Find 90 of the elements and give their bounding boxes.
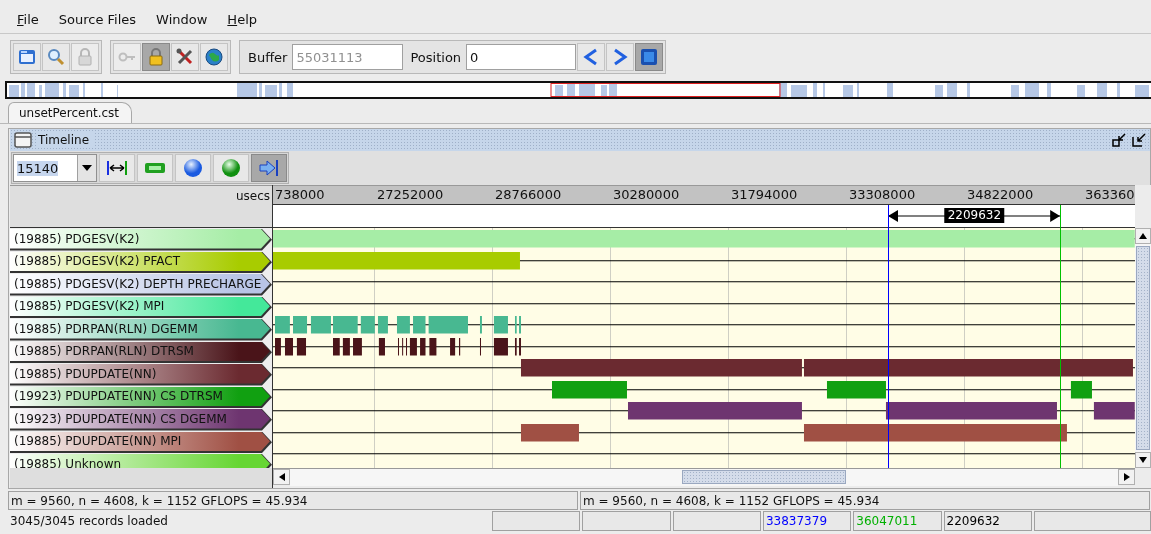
row-label[interactable]: (19885) PDGESV(K2) PFACT [10, 251, 272, 273]
jump-button[interactable] [251, 154, 287, 182]
tick-label: 33308000 [848, 186, 917, 204]
event-bar[interactable] [420, 337, 426, 355]
tools-button[interactable] [171, 43, 199, 71]
search-button[interactable] [42, 43, 70, 71]
tick-label: 30280000 [612, 186, 681, 204]
row-label[interactable]: (19885) PDGESV(K2) [10, 229, 272, 251]
cursor-line[interactable] [1060, 205, 1062, 468]
scroll-up-button[interactable] [1135, 228, 1151, 244]
panel-title: Timeline [38, 133, 94, 147]
menu-item[interactable]: Help [227, 12, 257, 27]
tick-label: 34822000 [966, 186, 1035, 204]
buffer-label: Buffer [248, 49, 288, 65]
scroll-thumb[interactable] [1136, 246, 1150, 450]
event-bar[interactable] [450, 337, 456, 355]
open-button[interactable] [13, 43, 41, 71]
row-label[interactable]: (19923) PDUPDATE(NN) CS DGEMM [10, 409, 272, 431]
sphere-icon [220, 157, 242, 179]
scroll-left-button[interactable] [273, 469, 290, 485]
globe-icon [204, 47, 224, 67]
time-readout: 33837379 [762, 511, 852, 531]
previous-button[interactable] [577, 43, 606, 71]
minimize-icon[interactable] [1112, 133, 1126, 147]
scroll-down-button[interactable] [1135, 452, 1151, 468]
row-label[interactable]: (19885) PDUPDATE(NN) MPI [10, 431, 272, 453]
row-label[interactable]: (19885) PDRPAN(RLN) DGEMM [10, 319, 272, 341]
bar-icon [144, 161, 166, 175]
event-bar[interactable] [333, 337, 340, 355]
event-bar[interactable] [409, 337, 417, 355]
time-readout: 2209632 [943, 511, 1032, 531]
globe-button[interactable] [200, 43, 228, 71]
menu-item[interactable]: File [17, 12, 39, 27]
arrow-to-line-icon [258, 158, 280, 178]
lock-button[interactable] [142, 43, 170, 71]
tick-label: 27252000 [376, 186, 445, 204]
tick-label: 31794000 [730, 186, 799, 204]
scroll-right-button[interactable] [1118, 469, 1135, 485]
status-message: 3045/3045 records loaded [9, 513, 169, 530]
window-icon [17, 47, 37, 67]
event-bar[interactable] [429, 337, 437, 355]
event-bar[interactable] [342, 337, 350, 355]
menu-item[interactable]: Window [156, 12, 208, 27]
event-bar[interactable] [296, 337, 306, 355]
event-bar[interactable] [353, 337, 362, 355]
padlock-icon [146, 47, 166, 67]
zoom-combo[interactable]: 15140 [13, 154, 97, 182]
window-icon [14, 132, 32, 148]
time-readout: 36047011 [853, 511, 942, 531]
right-arrow-icon [1123, 473, 1130, 481]
menu-item[interactable]: Source Files [58, 12, 137, 27]
event-bar[interactable] [378, 337, 385, 355]
tick-label: 363360 [1084, 186, 1135, 204]
cursor-button[interactable] [213, 154, 249, 182]
padlock-icon [75, 47, 95, 67]
event-bar[interactable] [493, 337, 508, 355]
span-arrow-icon [106, 158, 128, 178]
measure-label: 2209632 [944, 208, 1005, 223]
tick-label: 738000 [274, 186, 326, 204]
status-field: m = 9560, n = 4608, k = 1152 GFLOPS = 45.934 [8, 491, 578, 510]
left-arrow-icon [278, 473, 285, 481]
row-label[interactable]: (19885) PDGESV(K2) DEPTH PRECHARGE [10, 274, 272, 296]
unit-label: usecs [235, 189, 270, 203]
scroll-thumb[interactable] [682, 470, 846, 484]
row-label[interactable]: (19885) PDGESV(K2) MPI [10, 296, 272, 318]
restore-icon[interactable] [1132, 133, 1146, 147]
position-label: Position [410, 49, 462, 65]
fit-button[interactable] [635, 43, 664, 71]
sphere-icon [182, 157, 204, 179]
event-bar[interactable] [275, 337, 281, 355]
next-button[interactable] [606, 43, 635, 71]
file-tab[interactable]: unsetPercent.cst [8, 102, 133, 123]
cursor-button[interactable] [175, 154, 211, 182]
row-label[interactable]: (19885) PDRPAN(RLN) DTRSM [10, 341, 272, 363]
fullscreen-icon [639, 47, 660, 67]
tick-label: 28766000 [494, 186, 563, 204]
status-field: m = 9560, n = 4608, k = 1152 GFLOPS = 45.934 [580, 491, 1150, 510]
measure-button[interactable] [99, 154, 135, 182]
down-arrow-icon [1139, 457, 1147, 463]
dropdown-icon [82, 165, 92, 171]
event-bar[interactable] [285, 337, 293, 355]
row-label[interactable]: (19923) PDUPDATE(NN) CS DTRSM [10, 386, 272, 408]
search-icon [46, 47, 66, 67]
event-bar[interactable] [1093, 402, 1135, 420]
up-arrow-icon [1139, 233, 1147, 239]
position-field[interactable]: 0 [466, 44, 577, 70]
tools-icon [175, 47, 195, 67]
row-label[interactable]: (19885) PDUPDATE(NN) [10, 364, 272, 386]
overview-drawing[interactable] [7, 83, 1151, 97]
cursor-line[interactable] [888, 205, 890, 468]
